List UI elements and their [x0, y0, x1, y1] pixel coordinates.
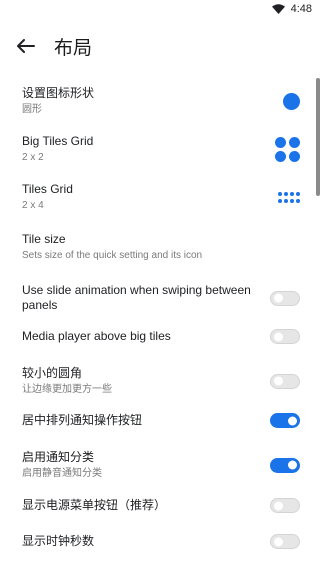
setting-texts: 启用通知分类 启用静音通知分类: [22, 450, 102, 480]
toggle-switch[interactable]: [270, 457, 300, 473]
page-title: 布局: [54, 37, 93, 59]
toggle-knob: [274, 537, 283, 546]
setting-texts: 显示电源菜单按钮（推荐）: [22, 498, 166, 513]
setting-summary: 2 x 4: [22, 200, 44, 211]
setting-tile-size[interactable]: Tile size Sets size of the quick setting…: [22, 232, 300, 262]
setting-icon-shape[interactable]: 设置图标形状 圆形: [22, 86, 300, 116]
setting-label: 居中排列通知操作按钮: [22, 413, 143, 427]
setting-summary: 2 x 2: [22, 152, 44, 163]
toggle-knob: [288, 416, 297, 425]
setting-texts: 显示时钟秒数: [22, 534, 94, 549]
app-bar: 布局: [0, 28, 320, 64]
grid-2x2-icon: [275, 136, 300, 162]
toggle-switch[interactable]: [270, 498, 300, 513]
arrow-left-icon: [17, 39, 35, 53]
setting-label: 较小的圆角: [22, 366, 83, 380]
setting-clock-seconds[interactable]: 显示时钟秒数: [22, 534, 300, 549]
toggle-switch[interactable]: [270, 290, 300, 306]
setting-label: 设置图标形状: [22, 86, 95, 100]
setting-label: 显示时钟秒数: [22, 534, 95, 548]
setting-summary: Sets size of the quick setting and its i…: [22, 250, 203, 261]
toggle-knob: [274, 332, 283, 341]
setting-big-tiles-grid[interactable]: Big Tiles Grid 2 x 2: [22, 134, 300, 164]
setting-label: Big Tiles Grid: [22, 134, 94, 148]
setting-summary: 让边缘更加更方一些: [22, 384, 112, 395]
back-button[interactable]: [8, 28, 44, 64]
status-time: 4:48: [290, 3, 312, 15]
setting-label: Tile size: [22, 232, 66, 246]
status-bar: 4:48: [0, 0, 320, 18]
setting-notification-categories[interactable]: 启用通知分类 启用静音通知分类: [22, 450, 300, 480]
toggle-knob: [274, 376, 283, 386]
setting-texts: 居中排列通知操作按钮: [22, 413, 142, 428]
circle-shape-icon: [283, 92, 300, 110]
toggle-knob: [274, 501, 283, 510]
setting-label: Tiles Grid: [22, 182, 73, 196]
setting-texts: Use slide animation when swiping between…: [22, 283, 252, 313]
setting-tiles-grid[interactable]: Tiles Grid 2 x 4: [22, 182, 300, 212]
grid-2x4-icon: [278, 191, 300, 203]
setting-slide-animation[interactable]: Use slide animation when swiping between…: [22, 283, 300, 313]
setting-texts: Tiles Grid 2 x 4: [22, 182, 73, 212]
setting-summary: 圆形: [22, 104, 42, 115]
setting-texts: Big Tiles Grid 2 x 2: [22, 134, 93, 164]
setting-label: Use slide animation when swiping between…: [22, 283, 251, 312]
toggle-knob: [288, 460, 297, 470]
setting-texts: Media player above big tiles: [22, 329, 171, 344]
toggle-switch[interactable]: [270, 329, 300, 344]
setting-power-menu-button[interactable]: 显示电源菜单按钮（推荐）: [22, 498, 300, 513]
toggle-switch[interactable]: [270, 413, 300, 428]
setting-center-notification-actions[interactable]: 居中排列通知操作按钮: [22, 413, 300, 428]
setting-media-player-above[interactable]: Media player above big tiles: [22, 329, 300, 344]
toggle-switch[interactable]: [270, 534, 300, 549]
setting-texts: Tile size Sets size of the quick setting…: [22, 232, 202, 262]
wifi-icon: [271, 4, 285, 14]
setting-texts: 设置图标形状 圆形: [22, 86, 94, 116]
setting-label: 显示电源菜单按钮（推荐）: [22, 498, 167, 512]
setting-label: Media player above big tiles: [22, 329, 171, 343]
scrollbar[interactable]: [316, 78, 320, 196]
setting-summary: 启用静音通知分类: [22, 468, 102, 479]
setting-label: 启用通知分类: [22, 450, 95, 464]
toggle-switch[interactable]: [270, 373, 300, 389]
setting-texts: 较小的圆角 让边缘更加更方一些: [22, 366, 112, 396]
setting-smaller-corners[interactable]: 较小的圆角 让边缘更加更方一些: [22, 366, 300, 396]
toggle-knob: [274, 293, 283, 303]
